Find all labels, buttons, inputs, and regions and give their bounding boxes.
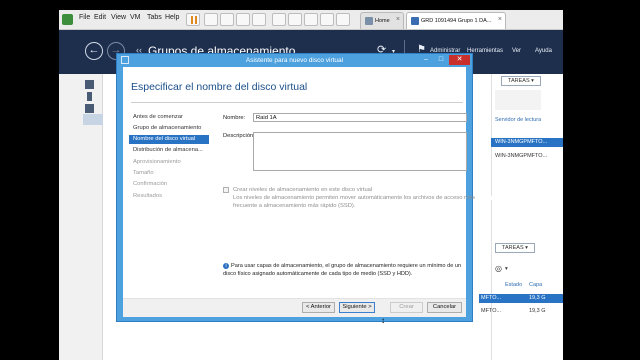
tab-vm[interactable]: GRD 1091494 Grupo 1 DA... × — [406, 12, 506, 29]
table-row: WIN-3NMGPMFTO... — [495, 153, 548, 159]
minimize-button[interactable]: – — [419, 55, 433, 65]
disk-name: MFTO... — [481, 295, 502, 301]
vm-icon — [411, 17, 419, 25]
tab-home[interactable]: Home × — [360, 12, 404, 29]
column-header-capacidad[interactable]: Capa — [529, 282, 542, 288]
dashboard-icon[interactable] — [85, 80, 94, 89]
step-tamano: Tamaño — [133, 170, 154, 176]
desktop-background: File Edit View VM Tabs Help Home × GRD 1… — [0, 0, 640, 360]
previous-button[interactable]: < Anterior — [302, 302, 335, 313]
step-grupo-de-almacenamiento[interactable]: Grupo de almacenamiento — [133, 125, 201, 131]
create-tiers-label: Crear niveles de almacenamiento en este … — [233, 187, 373, 193]
menu-ayuda[interactable]: Ayuda — [535, 48, 552, 54]
close-icon[interactable]: × — [498, 16, 502, 23]
back-button[interactable]: ← — [85, 42, 103, 60]
column-header-estado[interactable]: Estado — [505, 282, 522, 288]
info-text: disco físico asignado automáticamente de… — [223, 271, 413, 277]
wizard-heading: Especificar el nombre del disco virtual — [131, 81, 308, 93]
library-icon[interactable] — [336, 13, 350, 26]
heading-divider — [131, 102, 463, 103]
disk-size: 19,3 G — [529, 308, 546, 314]
menu-help[interactable]: Help — [165, 14, 179, 21]
disk-size: 19,3 G — [529, 295, 546, 301]
mouse-cursor-icon: ↕ — [381, 316, 385, 325]
close-button[interactable]: ✕ — [449, 55, 470, 65]
panel-toolbar — [495, 90, 541, 110]
table-row: WIN-3NMGPMFTO... — [495, 139, 548, 145]
description-label: Descripción: — [223, 133, 255, 139]
virtual-disk-name-input[interactable]: Raid 1A — [253, 113, 467, 122]
step-confirmacion: Confirmación — [133, 181, 168, 187]
create-tiers-checkbox — [223, 187, 229, 193]
info-icon: i — [223, 263, 229, 269]
new-virtual-disk-wizard: Asistente para nuevo disco virtual – □ ✕… — [116, 53, 475, 322]
app-icon — [121, 56, 129, 64]
sidebar — [59, 74, 103, 360]
tareas-dropdown[interactable]: TAREAS ▾ — [501, 76, 541, 86]
step-antes-de-comenzar[interactable]: Antes de comenzar — [133, 114, 183, 120]
menu-ver[interactable]: Ver — [512, 48, 521, 54]
menu-vm[interactable]: VM — [130, 14, 141, 21]
send-ctrl-alt-del-icon[interactable] — [204, 13, 218, 26]
fullscreen-icon[interactable] — [272, 13, 286, 26]
filter-icon[interactable]: ◎ — [495, 264, 502, 273]
console-view-icon[interactable] — [304, 13, 318, 26]
local-server-icon[interactable] — [87, 92, 92, 101]
vm-window: File Edit View VM Tabs Help Home × GRD 1… — [59, 10, 563, 360]
menu-file[interactable]: File — [79, 14, 90, 21]
menu-tabs[interactable]: Tabs — [147, 14, 162, 21]
disk-name: MFTO... — [481, 308, 502, 314]
revert-snapshot-icon[interactable] — [236, 13, 250, 26]
description-textarea[interactable] — [253, 132, 467, 171]
step-distribucion[interactable]: Distribución de almacena... — [133, 147, 203, 153]
unity-icon[interactable] — [288, 13, 302, 26]
all-servers-icon[interactable] — [85, 104, 94, 113]
pause-button[interactable] — [186, 13, 200, 26]
tab-vm-label: GRD 1091494 Grupo 1 DA... — [421, 18, 492, 24]
maximize-button[interactable]: □ — [434, 55, 448, 65]
column-header-servidor[interactable]: Servidor de lectura — [495, 117, 541, 123]
next-button[interactable]: Siguiente > — [339, 302, 375, 313]
create-button: Crear — [390, 302, 423, 313]
file-storage-services-icon[interactable] — [83, 114, 103, 125]
tiers-help-text: frecuente a almacenamiento más rápido (S… — [233, 203, 356, 209]
close-icon[interactable]: × — [396, 16, 400, 23]
wizard-footer: < Anterior Siguiente > Crear Cancelar — [123, 299, 466, 317]
info-text: Para usar capas de almacenamiento, el gr… — [231, 263, 462, 269]
vmware-menubar: File Edit View VM Tabs Help Home × GRD 1… — [59, 10, 563, 30]
chevron-down-icon[interactable]: ▾ — [505, 266, 508, 272]
stretch-icon[interactable] — [320, 13, 334, 26]
vmware-power-icon[interactable] — [62, 14, 73, 25]
tab-home-label: Home — [375, 18, 390, 24]
step-aprovisionamiento: Aprovisionamiento — [133, 159, 181, 165]
dialog-body: Especificar el nombre del disco virtual … — [123, 67, 475, 317]
manage-snapshots-icon[interactable] — [252, 13, 266, 26]
tareas-dropdown-2[interactable]: TAREAS ▾ — [495, 243, 535, 253]
home-icon — [365, 17, 373, 25]
step-nombre-del-disco-virtual[interactable]: Nombre del disco virtual — [129, 135, 209, 144]
cancel-button[interactable]: Cancelar — [427, 302, 462, 313]
menu-edit[interactable]: Edit — [94, 14, 106, 21]
snapshot-icon[interactable] — [220, 13, 234, 26]
tiers-help-text: Los niveles de almacenamiento permiten m… — [233, 195, 475, 201]
name-label: Nombre: — [223, 115, 246, 121]
menu-view[interactable]: View — [111, 14, 126, 21]
step-resultados: Resultados — [133, 193, 163, 199]
